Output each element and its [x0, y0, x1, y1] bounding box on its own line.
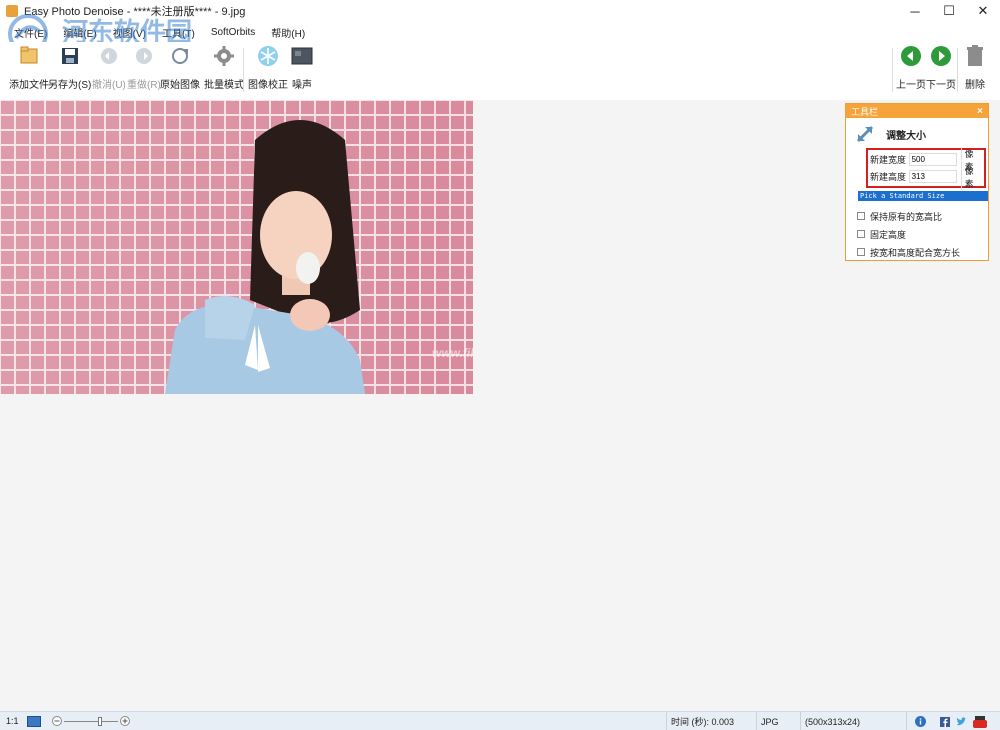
menu-bar: 文件(E) 编辑(E) 视图(V) 工具(T) SoftOrbits 帮助(H) — [0, 22, 1000, 42]
width-input[interactable] — [908, 153, 957, 166]
redo-button[interactable]: 重做(R) — [127, 44, 161, 91]
toolbar-separator — [243, 48, 244, 92]
close-button[interactable]: ✕ — [966, 0, 1000, 22]
resize-section-header: 调整大小 — [846, 122, 988, 146]
menu-edit[interactable]: 编辑(E) — [63, 25, 96, 40]
keep-aspect-label: 保持原有的宽高比 — [870, 211, 943, 222]
image-dimensions: (500x313x24) — [800, 712, 906, 730]
next-page-label: 下一页 — [926, 80, 956, 91]
file-format-text: JPG — [761, 716, 779, 727]
image-correction-label: 图像校正 — [248, 80, 288, 91]
redo-icon — [132, 44, 156, 68]
delete-button[interactable]: 删除 — [963, 44, 987, 91]
snowflake-icon — [256, 44, 280, 68]
prev-page-label: 上一页 — [896, 80, 926, 91]
fit-screen-icon[interactable] — [27, 716, 41, 727]
status-bar: 1:1 时间 (秒): 0.003 JPG (500x313x24) — [0, 711, 1000, 730]
image-dimensions-text: (500x313x24) — [805, 716, 861, 727]
tool-panel-body: 调整大小 新建宽度 像素 新建高度 像素 Pick a Standard Siz… — [846, 118, 988, 261]
minimize-button[interactable]: ─ — [898, 0, 932, 22]
undo-icon — [97, 44, 121, 68]
height-row: 新建高度 像素 — [870, 163, 982, 190]
maximize-button[interactable]: ☐ — [932, 0, 966, 22]
processing-time: 时间 (秒): 0.003 — [666, 712, 756, 730]
info-icon[interactable] — [915, 716, 926, 727]
toolbar-separator-right-2 — [957, 48, 958, 92]
height-input[interactable] — [908, 170, 957, 183]
title-bar: Easy Photo Denoise - ****未注册版**** - 9.jp… — [0, 0, 1000, 22]
add-file-label: 添加文件 — [9, 80, 49, 91]
fit-size-checkbox[interactable] — [857, 248, 865, 256]
tool-panel-header: 工具栏 × — [846, 104, 988, 118]
zoom-out-icon[interactable] — [52, 716, 62, 726]
photo-image — [0, 100, 473, 394]
zoom-in-icon[interactable] — [120, 716, 130, 726]
window-controls: ─ ☐ ✕ — [898, 0, 1000, 22]
zoom-ratio[interactable]: 1:1 — [6, 716, 19, 726]
zoom-slider[interactable] — [52, 716, 130, 727]
youtube-icon[interactable] — [973, 715, 987, 728]
fit-size-option[interactable]: 按宽和高度配合宽方长 — [846, 243, 988, 261]
processing-time-text: 时间 (秒): 0.003 — [671, 717, 735, 727]
zoom-track[interactable] — [64, 721, 118, 722]
fixed-height-label: 固定高度 — [870, 229, 907, 240]
save-icon — [58, 44, 82, 68]
facebook-icon[interactable] — [940, 716, 950, 727]
arrow-left-icon — [899, 44, 923, 68]
fixed-height-checkbox[interactable] — [857, 230, 865, 238]
photo-preview[interactable]: www.fikesec.NET — [0, 100, 473, 394]
save-as-label: 另存为(S) — [48, 80, 92, 91]
resize-icon — [856, 125, 874, 143]
arrow-right-icon — [929, 44, 953, 68]
menu-help[interactable]: 帮助(H) — [271, 25, 305, 40]
tool-panel-close-icon[interactable]: × — [977, 106, 983, 117]
menu-softorbits[interactable]: SoftOrbits — [211, 27, 255, 38]
delete-label: 删除 — [965, 80, 985, 91]
size-fields-group: 新建宽度 像素 新建高度 像素 — [866, 146, 986, 190]
undo-label: 撤消(U) — [92, 80, 126, 91]
toolbar: 添加文件 另存为(S) 撤消(U) 重做(R) 原始图像 批量模式 图像校正 噪… — [0, 42, 1000, 100]
next-page-button[interactable]: 下一页 — [926, 44, 956, 91]
original-image-icon — [168, 44, 192, 68]
noise-button[interactable]: 噪声 — [290, 44, 314, 91]
status-icons — [906, 712, 1000, 730]
prev-page-button[interactable]: 上一页 — [896, 44, 926, 91]
image-correction-button[interactable]: 图像校正 — [248, 44, 288, 91]
toolbar-separator-right — [892, 48, 893, 92]
tool-panel-title: 工具栏 — [851, 106, 879, 117]
redo-label: 重做(R) — [127, 80, 161, 91]
original-image-label: 原始图像 — [160, 80, 200, 91]
keep-aspect-checkbox[interactable] — [857, 212, 865, 220]
standard-size-dropdown[interactable]: Pick a Standard Size — [858, 191, 988, 201]
keep-aspect-option[interactable]: 保持原有的宽高比 — [846, 207, 988, 225]
fit-size-label: 按宽和高度配合宽方长 — [870, 247, 961, 258]
photo-watermark: www.fikesec.NET — [432, 346, 473, 360]
height-unit[interactable]: 像素 — [960, 163, 982, 190]
batch-mode-button[interactable]: 批量模式 — [204, 44, 244, 91]
height-label: 新建高度 — [870, 172, 907, 182]
original-image-button[interactable]: 原始图像 — [160, 44, 200, 91]
menu-file[interactable]: 文件(E) — [14, 25, 47, 40]
window-title: Easy Photo Denoise - ****未注册版**** - 9.jp… — [24, 6, 246, 18]
zoom-thumb[interactable] — [98, 717, 102, 726]
trash-icon — [963, 44, 987, 68]
app-icon — [6, 5, 18, 17]
add-file-icon — [17, 44, 41, 68]
menu-view[interactable]: 视图(V) — [113, 25, 146, 40]
tool-panel: 工具栏 × 调整大小 新建宽度 像素 新建高度 像素 Pick a Standa… — [845, 103, 989, 261]
fixed-height-option[interactable]: 固定高度 — [846, 225, 988, 243]
noise-icon — [290, 44, 314, 68]
width-label: 新建宽度 — [870, 155, 907, 165]
resize-title: 调整大小 — [886, 130, 926, 142]
save-as-button[interactable]: 另存为(S) — [48, 44, 91, 91]
add-file-button[interactable]: 添加文件 — [9, 44, 49, 91]
batch-mode-label: 批量模式 — [204, 80, 244, 91]
file-format: JPG — [756, 712, 800, 730]
noise-label: 噪声 — [292, 80, 312, 91]
menu-tools[interactable]: 工具(T) — [162, 25, 195, 40]
twitter-icon[interactable] — [956, 716, 967, 727]
undo-button[interactable]: 撤消(U) — [92, 44, 126, 91]
gear-icon — [212, 44, 236, 68]
